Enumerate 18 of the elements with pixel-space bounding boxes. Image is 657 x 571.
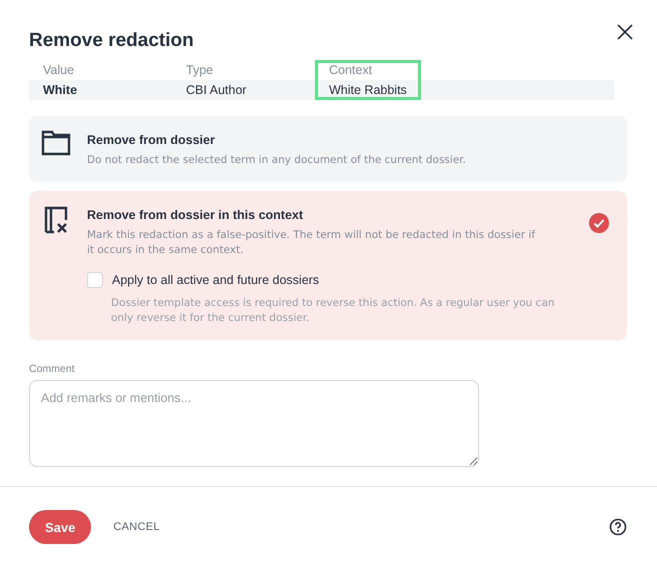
cancel-button[interactable]: CANCEL [107, 520, 166, 534]
table-cell: White [29, 80, 172, 100]
option-card[interactable]: Remove from dossier Do not redact the selected term in any document of the current dossier. [29, 116, 627, 182]
checkbox-label[interactable]: Apply to all active and future dossiers [112, 273, 320, 287]
dialog-title: Remove redaction [29, 30, 195, 52]
table-cell: CBI Author [172, 80, 315, 100]
option-title: Remove from dossier [87, 133, 216, 147]
option-description: Do not redact the selected term in any document of the current dossier. [87, 153, 467, 168]
option-description: Mark this redaction as a false-positive. The term will not be redacted in this dossier if it occurs in the same context. [87, 228, 536, 258]
column-header: Context [315, 60, 421, 80]
save-button[interactable]: Save [29, 510, 92, 544]
column-header: Value [42, 62, 76, 79]
checkbox-hint: Dossier template access is required to reverse this action. As a regular user you can only reverse it for the current dossier. [111, 296, 556, 326]
option-title: Remove from dossier in this context [87, 208, 304, 222]
table-cell: White Rabbits [315, 80, 421, 100]
column-header: Type [185, 62, 214, 79]
comment-label: Comment [29, 363, 76, 375]
comment-field[interactable]: Add remarks or mentions... [29, 380, 479, 467]
